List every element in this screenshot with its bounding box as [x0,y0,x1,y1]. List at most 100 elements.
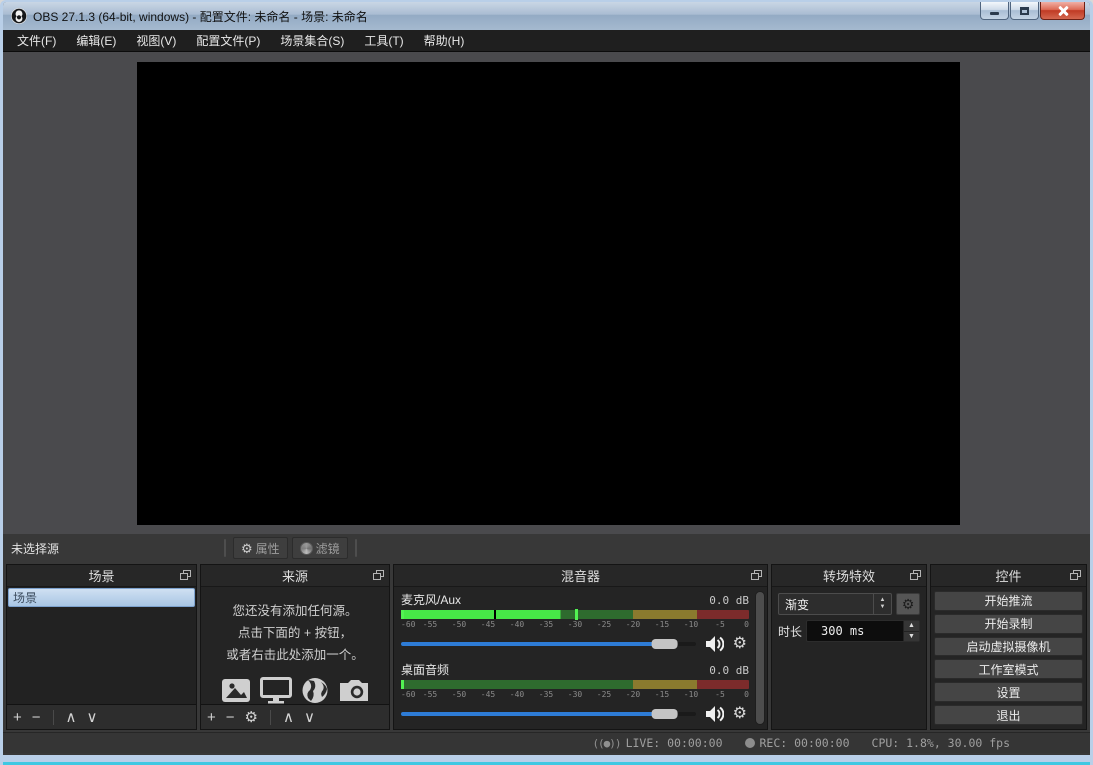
meter-peak-mark [575,609,578,620]
add-source-button[interactable]: + [207,710,216,725]
meter-tick-label: -40 [510,620,524,629]
scrollbar-thumb[interactable] [756,592,764,724]
audio-mixer-panel: 混音器 麦克风/Aux 0.0 dB -60-55-50-45-40-35-30… [393,564,768,730]
menu-tools[interactable]: 工具(T) [354,29,413,52]
spin-up-button[interactable]: ▲ [903,621,919,632]
scene-move-down-button[interactable]: ∨ [87,710,98,725]
meter-tick-label: -30 [568,690,582,699]
popout-icon[interactable] [751,570,762,581]
menu-file[interactable]: 文件(F) [7,29,66,52]
popout-icon[interactable] [1070,570,1081,581]
speaker-icon[interactable] [705,706,724,722]
minimize-button[interactable] [980,2,1009,20]
window-bottom-border [3,755,1090,765]
scenes-panel-header[interactable]: 场景 [7,565,196,587]
menu-view[interactable]: 视图(V) [126,29,186,52]
remove-source-button[interactable]: − [226,710,235,725]
scenes-list[interactable]: 场景 [7,587,196,704]
menu-edit[interactable]: 编辑(E) [66,29,126,52]
sources-list-empty[interactable]: 您还没有添加任何源。 点击下面的 + 按钮， 或者右击此处添加一个。 [201,587,389,704]
window-title: OBS 27.1.3 (64-bit, windows) - 配置文件: 未命名… [33,8,368,25]
speaker-icon[interactable] [705,636,724,652]
meter-tick-label: -45 [481,690,495,699]
mixer-panel-header[interactable]: 混音器 [394,565,767,587]
source-move-up-button[interactable]: ∧ [283,710,294,725]
channel-settings-gear-icon[interactable]: ⚙ [733,706,747,722]
spin-down-button[interactable]: ▼ [903,632,919,642]
close-icon [1058,6,1068,16]
meter-tick-label: -55 [423,690,437,699]
meter-input-indicator [401,680,404,689]
menu-profile[interactable]: 配置文件(P) [186,29,270,52]
volume-meter [401,610,749,619]
add-scene-button[interactable]: + [13,710,22,725]
mixer-channels: 麦克风/Aux 0.0 dB -60-55-50-45-40-35-30-25-… [394,587,767,729]
mixer-channel-desktop: 桌面音频 0.0 dB -60-55-50-45-40-35-30-25-20-… [401,661,749,722]
close-button[interactable] [1040,2,1085,20]
start-recording-button[interactable]: 开始录制 [934,614,1083,634]
meter-tick-label: -40 [510,690,524,699]
preview-area [3,52,1090,534]
sources-empty-message: 您还没有添加任何源。 点击下面的 + 按钮， 或者右击此处添加一个。 [201,587,389,667]
popout-icon[interactable] [180,570,191,581]
settings-button[interactable]: 设置 [934,682,1083,702]
source-properties-button[interactable]: ⚙ [245,710,258,725]
studio-mode-button[interactable]: 工作室模式 [934,659,1083,679]
scene-transitions-panel: 转场特效 渐变 ▲ ▼ ⚙ [771,564,927,730]
meter-tick-label: -50 [452,690,466,699]
meter-tick-label: -35 [539,690,553,699]
scene-list-item-selected[interactable]: 场景 [8,588,195,607]
volume-slider[interactable] [401,709,696,719]
slider-handle[interactable] [652,709,678,719]
transitions-panel-header[interactable]: 转场特效 [772,565,926,587]
controls-panel-header[interactable]: 控件 [931,565,1086,587]
sources-toolbar: + − ⚙ ∧ ∨ [201,704,389,729]
toolbar-separator [224,539,226,557]
sources-panel-header[interactable]: 来源 [201,565,389,587]
filters-label: 滤镜 [316,540,340,557]
properties-button[interactable]: ⚙ 属性 [233,537,288,559]
remove-scene-button[interactable]: − [32,710,41,725]
exit-button[interactable]: 退出 [934,705,1083,725]
sources-panel: 来源 您还没有添加任何源。 点击下面的 + 按钮， 或者右击此处添加一个。 [200,564,390,730]
channel-settings-gear-icon[interactable]: ⚙ [733,636,747,652]
status-bar: ((●)) LIVE: 00:00:00 REC: 00:00:00 CPU: … [3,732,1090,753]
scene-move-up-button[interactable]: ∧ [66,710,77,725]
image-source-icon [221,677,251,704]
chevron-up-icon: ▲ [908,622,915,629]
volume-slider[interactable] [401,639,696,649]
menu-scene-collection[interactable]: 场景集合(S) [270,29,354,52]
source-move-down-button[interactable]: ∨ [304,710,315,725]
combo-spinner[interactable]: ▲ ▼ [873,594,891,614]
meter-tick-label: -15 [655,620,669,629]
camera-source-icon [338,677,370,704]
slider-handle[interactable] [652,639,678,649]
maximize-icon [1020,7,1029,15]
cpu-status: CPU: 1.8%, 30.00 fps [872,736,1010,750]
meter-tick-label: -30 [568,620,582,629]
popout-icon[interactable] [910,570,921,581]
sources-empty-line: 点击下面的 + 按钮， [201,623,389,645]
source-type-icons [201,677,389,704]
meter-tick-label: -60 [401,620,415,629]
start-virtual-camera-button[interactable]: 启动虚拟摄像机 [934,637,1083,657]
channel-db-value: 0.0 dB [709,594,749,607]
sources-empty-line: 您还没有添加任何源。 [201,601,389,623]
maximize-button[interactable] [1010,2,1039,20]
transition-properties-button[interactable]: ⚙ [896,593,920,615]
duration-spinbox[interactable]: 300 ms ▲ ▼ [806,620,920,642]
start-streaming-button[interactable]: 开始推流 [934,591,1083,611]
slider-fill [401,712,675,716]
mixer-panel-title: 混音器 [561,566,600,585]
title-bar[interactable]: OBS 27.1.3 (64-bit, windows) - 配置文件: 未命名… [3,2,1090,30]
live-broadcast-icon: ((●)) [592,737,620,750]
mixer-scrollbar[interactable] [755,591,765,725]
popout-icon[interactable] [373,570,384,581]
menu-help[interactable]: 帮助(H) [414,29,475,52]
transition-select[interactable]: 渐变 ▲ ▼ [778,593,892,615]
live-time: LIVE: 00:00:00 [626,736,723,750]
chevron-down-icon: ▼ [880,604,886,611]
scenes-panel: 场景 场景 + − ∧ ∨ [6,564,197,730]
program-canvas[interactable] [137,62,960,525]
filters-button[interactable]: 滤镜 [292,537,348,559]
